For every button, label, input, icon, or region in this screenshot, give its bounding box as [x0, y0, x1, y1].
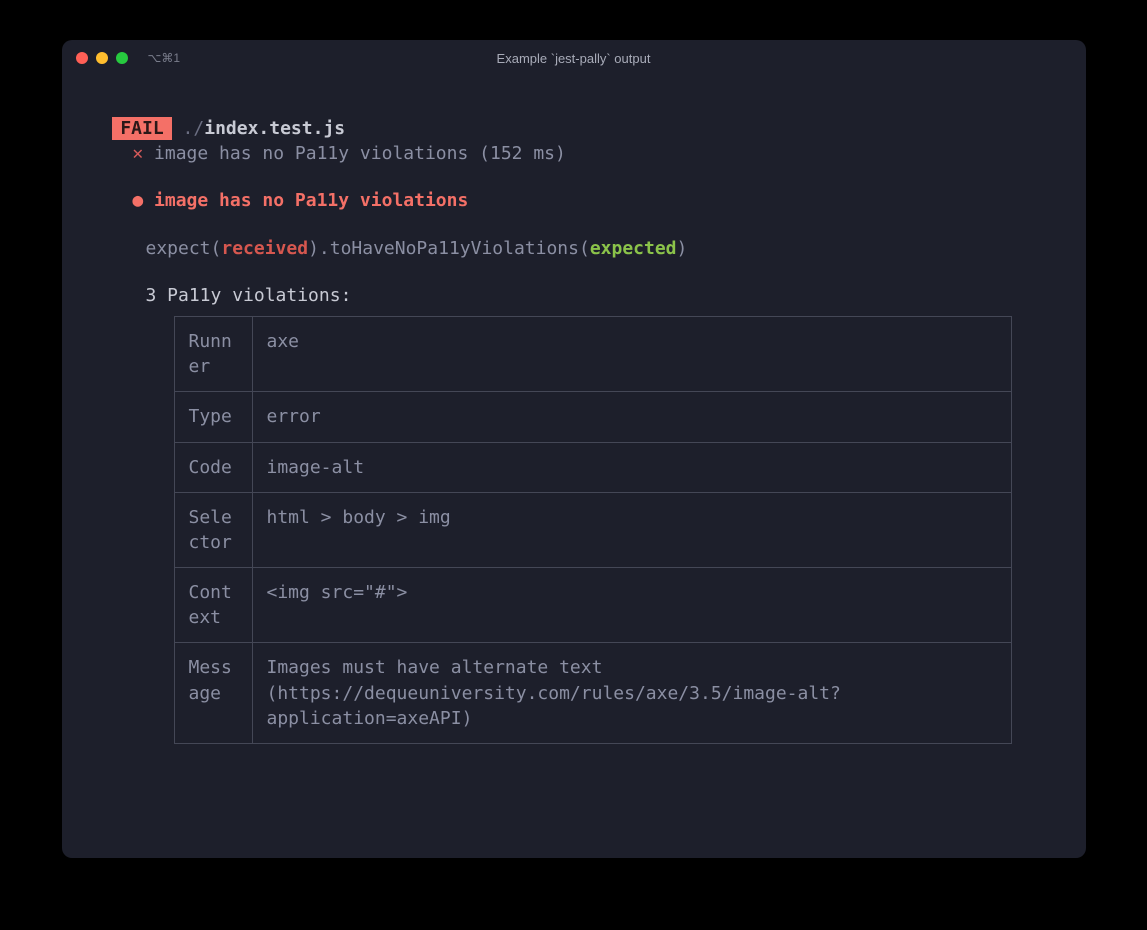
violation-label: Selector [174, 492, 252, 567]
test-summary: image has no Pa11y violations (152 ms) [154, 143, 566, 164]
violation-label: Runner [174, 316, 252, 391]
violations-header: 3 Pa11y violations: [102, 283, 1046, 308]
violation-value: error [252, 392, 1011, 442]
failed-test-name: image has no Pa11y violations [154, 190, 468, 211]
table-row: Typeerror [174, 392, 1011, 442]
table-row: Codeimage-alt [174, 442, 1011, 492]
violation-label: Code [174, 442, 252, 492]
fail-line: FAIL ./index.test.js [102, 116, 1046, 141]
violation-label: Type [174, 392, 252, 442]
titlebar: ⌥⌘1 Example `jest-pally` output [62, 40, 1086, 76]
fail-badge: FAIL [112, 117, 171, 140]
violation-value: image-alt [252, 442, 1011, 492]
violation-value: axe [252, 316, 1011, 391]
window-title: Example `jest-pally` output [497, 51, 651, 66]
path-file: index.test.js [204, 118, 345, 139]
table-row: Runneraxe [174, 316, 1011, 391]
close-icon[interactable] [76, 52, 88, 64]
minimize-icon[interactable] [96, 52, 108, 64]
bullet-icon: ● [132, 190, 143, 211]
terminal-window: ⌥⌘1 Example `jest-pally` output FAIL ./i… [62, 40, 1086, 858]
cross-icon: ✕ [132, 143, 143, 164]
received-token: received [221, 238, 308, 259]
violation-label: Message [174, 643, 252, 744]
path-prefix: ./ [183, 118, 205, 139]
test-summary-line: ✕ image has no Pa11y violations (152 ms) [102, 141, 1046, 166]
table-row: Selectorhtml > body > img [174, 492, 1011, 567]
violation-value: <img src="#"> [252, 568, 1011, 643]
expect-prefix: expect( [146, 238, 222, 259]
terminal-output: FAIL ./index.test.js ✕ image has no Pa11… [62, 76, 1086, 858]
expect-line: expect(received).toHaveNoPa11yViolations… [102, 236, 1046, 261]
violation-label: Context [174, 568, 252, 643]
violation-value: html > body > img [252, 492, 1011, 567]
maximize-icon[interactable] [116, 52, 128, 64]
violation-value: Images must have alternate text (https:/… [252, 643, 1011, 744]
expected-token: expected [590, 238, 677, 259]
expect-mid: ).toHaveNoPa11yViolations( [308, 238, 590, 259]
table-row: MessageImages must have alternate text (… [174, 643, 1011, 744]
expect-suffix: ) [677, 238, 688, 259]
traffic-lights [76, 52, 128, 64]
violations-table: RunneraxeTypeerrorCodeimage-altSelectorh… [174, 316, 1012, 744]
table-row: Context<img src="#"> [174, 568, 1011, 643]
failed-test-line: ● image has no Pa11y violations [102, 188, 1046, 213]
tab-label: ⌥⌘1 [148, 51, 181, 65]
